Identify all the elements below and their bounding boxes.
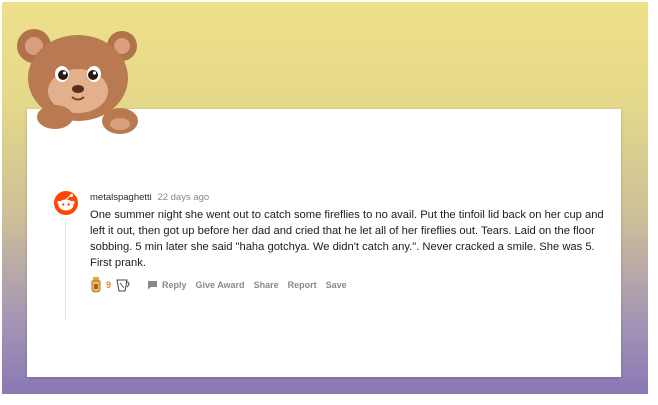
- reddit-snoo-avatar[interactable]: [53, 190, 79, 216]
- share-button[interactable]: Share: [254, 280, 279, 290]
- save-button[interactable]: Save: [326, 280, 347, 290]
- username[interactable]: metalspaghetti: [90, 192, 152, 203]
- comment-body: One summer night she went out to catch s…: [90, 209, 604, 269]
- comment-age[interactable]: 22 days ago: [157, 192, 209, 203]
- comment-bubble-icon: [148, 281, 158, 290]
- comment-actions: 9 Reply Give Award Share Report Save: [90, 276, 356, 294]
- page-background: metalspaghetti 22 days ago One summer ni…: [2, 2, 648, 394]
- comment-meta: metalspaghetti 22 days ago: [90, 192, 209, 203]
- award-count: 9: [106, 280, 112, 290]
- reply-button[interactable]: Reply: [147, 280, 187, 290]
- report-button[interactable]: Report: [288, 280, 317, 290]
- thread-line[interactable]: [65, 220, 66, 320]
- reply-label: Reply: [162, 280, 187, 290]
- trophy-award-icon[interactable]: [90, 276, 102, 294]
- teddy-bear-mascot: [17, 29, 138, 134]
- give-award-button[interactable]: Give Award: [196, 280, 245, 290]
- cup-award-icon[interactable]: [115, 277, 133, 293]
